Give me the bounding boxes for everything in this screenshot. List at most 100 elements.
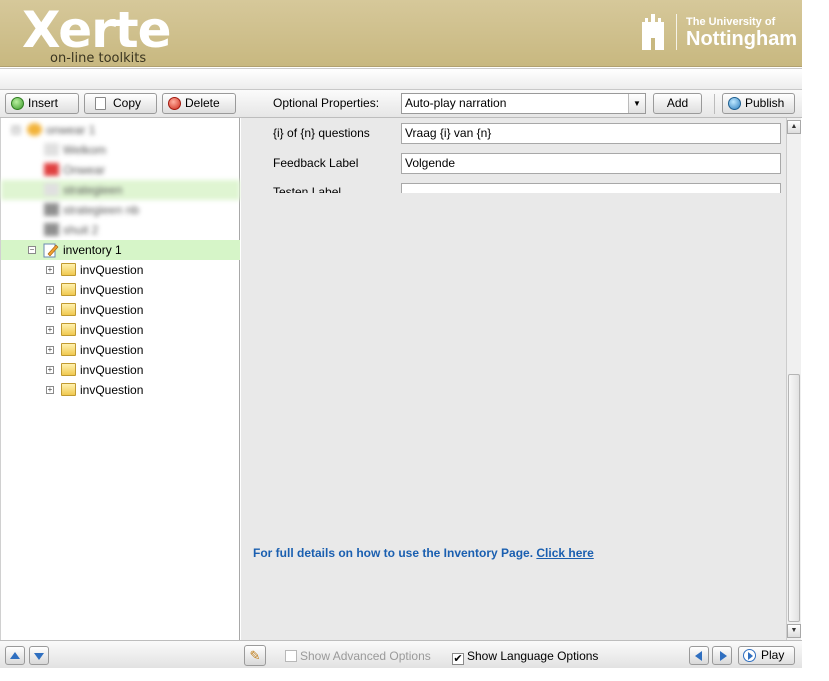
page-tree: − onwear 1 Welkom Onwear strategieen str…	[0, 118, 240, 640]
next-label: Testen Label	[273, 185, 342, 193]
tree-item-label: Welkom	[63, 143, 107, 157]
expand-icon[interactable]: +	[46, 266, 54, 274]
properties-scrollbar[interactable]: ▲ ▼	[786, 118, 801, 640]
tree-item-inventory[interactable]: − inventory 1	[1, 240, 240, 260]
arrow-down-icon	[34, 653, 44, 660]
help-description: For full details on how to use the Inven…	[253, 546, 534, 560]
arrow-up-icon	[10, 652, 20, 659]
tree-item[interactable]: strategieen nb	[1, 200, 240, 220]
tree-item-root[interactable]: − onwear 1	[1, 120, 240, 140]
tree-item-label: invQuestion	[80, 283, 144, 297]
play-button-label: Play	[761, 648, 785, 662]
insert-button[interactable]: Insert	[5, 93, 79, 114]
page-icon	[44, 203, 59, 216]
tree-item-label: invQuestion	[80, 303, 144, 317]
copy-button-label: Copy	[113, 96, 142, 110]
feedback-input[interactable]: Volgende	[401, 153, 781, 174]
expand-icon[interactable]: +	[46, 306, 54, 314]
expand-icon[interactable]: +	[46, 386, 54, 394]
page-icon	[44, 223, 59, 236]
tree-item-invquestion[interactable]: + invQuestion	[1, 340, 240, 360]
show-language-checkbox[interactable]: ✔	[452, 653, 464, 665]
chevron-down-icon[interactable]: ▼	[628, 94, 645, 113]
page-icon	[44, 163, 59, 176]
tree-item-invquestion[interactable]: + invQuestion	[1, 280, 240, 300]
header: Xerte on-line toolkits The University of…	[0, 0, 802, 67]
questions-input[interactable]: Vraag {i} van {n}	[401, 123, 781, 144]
folder-icon	[61, 303, 76, 316]
xerte-logo: Xerte	[22, 1, 172, 59]
copy-button[interactable]: Copy	[84, 93, 157, 114]
delete-button[interactable]: Delete	[162, 93, 236, 114]
toolbar-divider	[714, 94, 715, 114]
tree-item-label: invQuestion	[80, 383, 144, 397]
xerte-editor: Xerte on-line toolkits The University of…	[0, 0, 802, 668]
minus-icon	[168, 97, 181, 110]
optional-properties-select[interactable]: Auto-play narration ▼	[401, 93, 646, 114]
tree-item[interactable]: shuit 2	[1, 220, 240, 240]
page-icon	[44, 183, 59, 196]
tree-item-label: invQuestion	[80, 363, 144, 377]
previous-page-button[interactable]	[689, 646, 709, 665]
add-property-button[interactable]: Add	[653, 93, 702, 114]
move-up-button[interactable]	[5, 646, 25, 665]
university-name-line1: The University of	[686, 16, 776, 28]
tree-item-invquestion[interactable]: + invQuestion	[1, 320, 240, 340]
next-input[interactable]	[401, 183, 781, 193]
delete-button-label: Delete	[185, 96, 220, 110]
footer-bar: ✎ Show Advanced Options ✔ Show Language O…	[0, 640, 802, 668]
expand-icon[interactable]: +	[46, 346, 54, 354]
expand-icon[interactable]: +	[46, 326, 54, 334]
panel-clip	[241, 193, 786, 197]
properties-panel: {i} of {n} questions Vraag {i} van {n} F…	[241, 118, 786, 640]
collapse-icon[interactable]: −	[12, 126, 20, 134]
scroll-down-icon[interactable]: ▼	[787, 624, 801, 638]
tree-item[interactable]: Onwear	[1, 160, 240, 180]
tree-item[interactable]: Welkom	[1, 140, 240, 160]
tree-item-invquestion[interactable]: + invQuestion	[1, 380, 240, 400]
folder-icon	[61, 283, 76, 296]
tree-item-invquestion[interactable]: + invQuestion	[1, 360, 240, 380]
castle-icon	[642, 14, 664, 50]
inventory-page-icon	[43, 243, 59, 258]
tree-item-label: strategieen	[63, 183, 123, 197]
expand-icon[interactable]: +	[46, 286, 54, 294]
help-text: For full details on how to use the Inven…	[253, 546, 594, 560]
scroll-thumb[interactable]	[788, 374, 800, 622]
tree-item-label: invQuestion	[80, 343, 144, 357]
move-down-button[interactable]	[29, 646, 49, 665]
tree-item[interactable]: strategieen	[1, 180, 240, 200]
help-link[interactable]: Click here	[536, 546, 593, 560]
show-language-options[interactable]: ✔ Show Language Options	[452, 649, 598, 665]
edit-icon[interactable]: ✎	[244, 645, 266, 666]
tree-item-label: shuit 2	[63, 223, 99, 237]
publish-button-label: Publish	[745, 96, 785, 110]
play-icon	[743, 649, 756, 662]
feedback-label: Feedback Label	[273, 156, 359, 170]
insert-button-label: Insert	[28, 96, 59, 110]
show-advanced-label: Show Advanced Options	[300, 649, 431, 663]
next-page-button[interactable]	[712, 646, 732, 665]
play-button[interactable]: Play	[738, 646, 795, 665]
folder-icon	[61, 383, 76, 396]
plus-icon	[11, 97, 24, 110]
tree-item-invquestion[interactable]: + invQuestion	[1, 260, 240, 280]
folder-icon	[61, 263, 76, 276]
optional-properties-label: Optional Properties:	[273, 96, 380, 110]
publish-button[interactable]: Publish	[722, 93, 795, 114]
tree-item-label: inventory 1	[63, 243, 122, 257]
copy-icon	[95, 97, 106, 110]
questions-label: {i} of {n} questions	[273, 126, 370, 140]
folder-icon	[61, 363, 76, 376]
show-advanced-checkbox[interactable]	[285, 650, 297, 662]
optional-properties-value: Auto-play narration	[405, 96, 507, 110]
folder-icon	[61, 323, 76, 336]
expand-icon[interactable]: +	[46, 366, 54, 374]
menu-bar	[0, 68, 802, 90]
scroll-up-icon[interactable]: ▲	[787, 120, 801, 134]
page-icon	[44, 143, 59, 156]
tree-item-invquestion[interactable]: + invQuestion	[1, 300, 240, 320]
show-advanced-options[interactable]: Show Advanced Options	[285, 649, 431, 663]
collapse-icon[interactable]: −	[28, 246, 36, 254]
tree-item-label: onwear 1	[46, 123, 96, 137]
